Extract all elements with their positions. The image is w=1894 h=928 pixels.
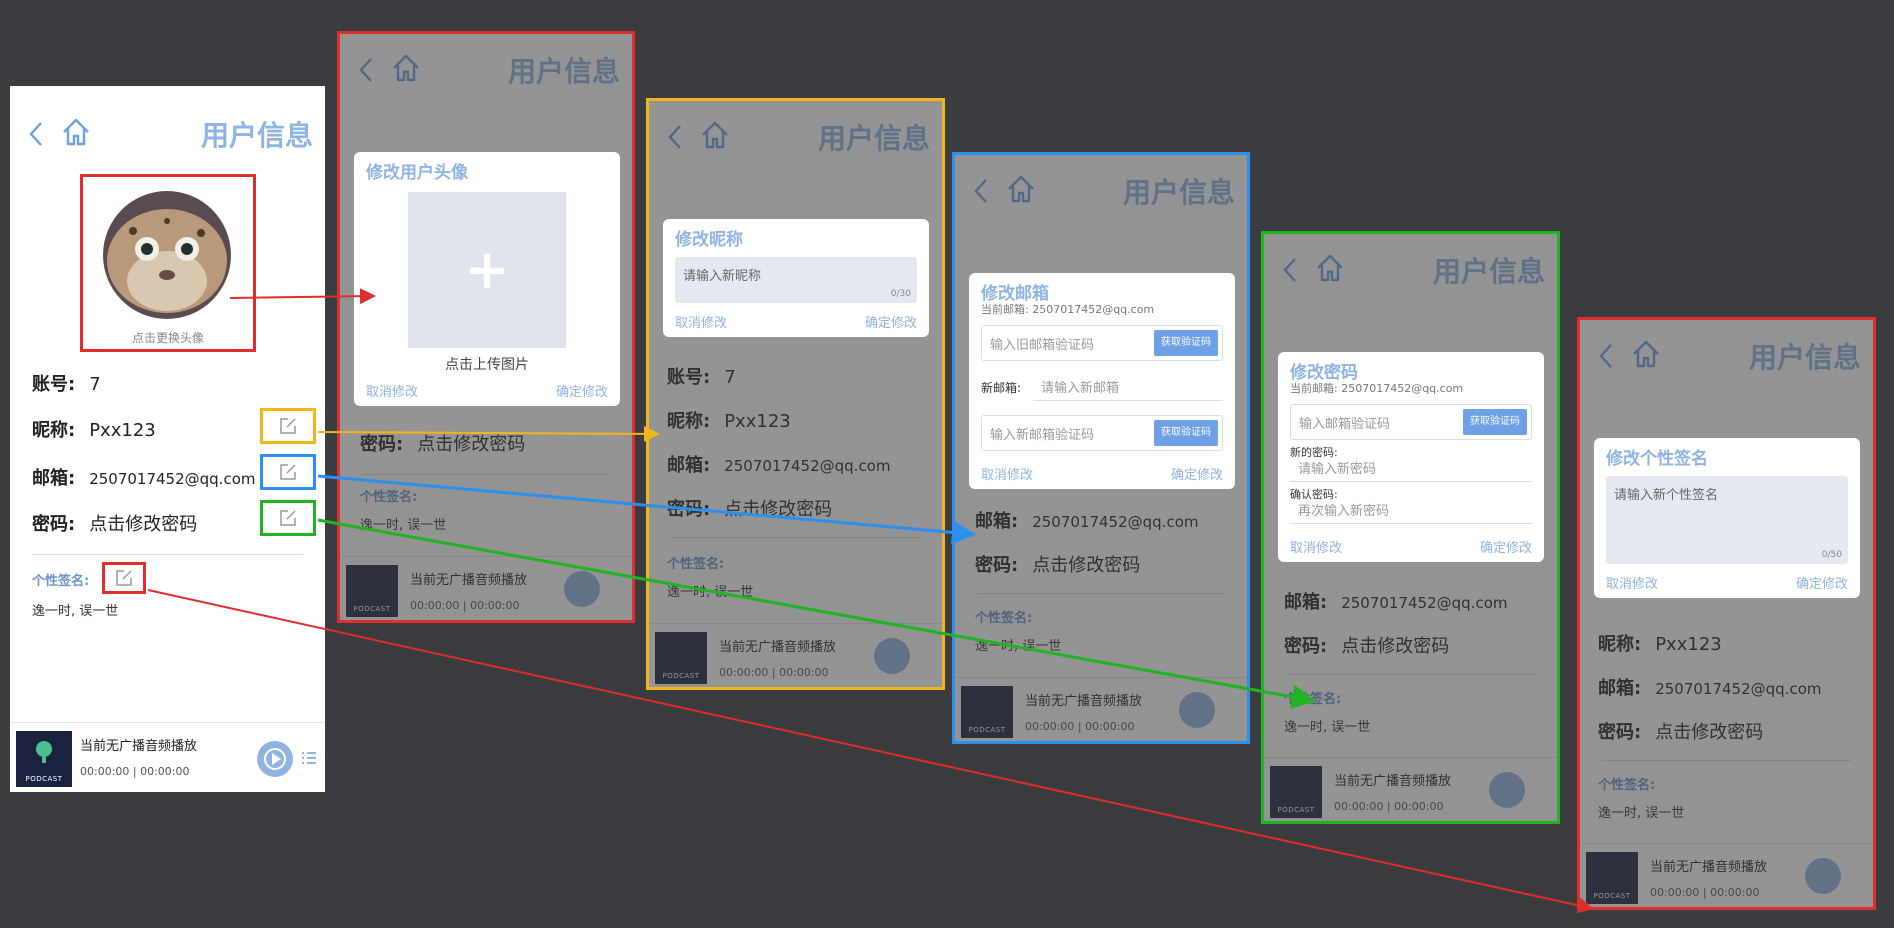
- signature-modal-screen: 用户信息 昵称:Pxx123 邮箱:2507017452@qq.com 密码:点…: [1577, 317, 1876, 910]
- cancel-button[interactable]: 取消修改: [366, 381, 418, 400]
- current-email: 当前邮箱: 2507017452@qq.com: [1290, 382, 1464, 395]
- new-password-input[interactable]: 请输入新密码: [1290, 452, 1532, 482]
- confirm-button[interactable]: 确定修改: [556, 381, 608, 400]
- player-title: 当前无广播音频播放: [80, 739, 198, 754]
- avatar-modal: 修改用户头像 + 点击上传图片 取消修改 确定修改: [354, 152, 620, 406]
- avatar-highlight[interactable]: 点击更换头像: [80, 174, 256, 352]
- cancel-button[interactable]: 取消修改: [1606, 573, 1658, 592]
- signature-label: 个性签名:: [32, 574, 90, 589]
- nickname-edit-highlight[interactable]: [260, 408, 316, 444]
- new-email-code-input[interactable]: 输入新邮箱验证码 获取验证码: [981, 415, 1223, 451]
- password-value: 点击修改密码: [89, 514, 198, 535]
- signature-input[interactable]: 请输入新个性签名 0/50: [1606, 476, 1848, 564]
- modal-overlay[interactable]: [1580, 320, 1873, 907]
- nickname-input[interactable]: 请输入新昵称 0/30: [675, 257, 917, 303]
- nickname-modal-screen: 用户信息 账号:7 昵称:Pxx123 邮箱:2507017452@qq.com…: [646, 98, 945, 690]
- audio-player: PODCAST 当前无广播音频播放 00:00:00 | 00:00:00: [10, 722, 325, 792]
- podcast-cover: PODCAST: [16, 731, 72, 787]
- upload-caption: 点击上传图片: [445, 357, 529, 373]
- playlist-icon[interactable]: [301, 751, 317, 765]
- cancel-button[interactable]: 取消修改: [981, 464, 1033, 483]
- plus-icon: +: [464, 238, 510, 301]
- profile-screen: 用户信息 点击更换头像 账号: 7 昵称: Pxx123 邮箱: 2507017452…: [10, 86, 325, 792]
- avatar-caption: 点击更换头像: [131, 331, 204, 345]
- new-email-placeholder: 请输入新邮箱: [1041, 381, 1120, 396]
- phone: 用户信息 邮箱:2507017452@qq.com 密码:点击修改密码 个性签名…: [955, 155, 1247, 741]
- current-email: 当前邮箱: 2507017452@qq.com: [981, 303, 1155, 316]
- cancel-button[interactable]: 取消修改: [675, 312, 727, 331]
- email-edit-highlight[interactable]: [260, 454, 316, 490]
- phone: 用户信息 账号:7 昵称:Pxx123 邮箱:2507017452@qq.com…: [649, 101, 942, 687]
- cancel-button[interactable]: 取消修改: [1290, 537, 1342, 556]
- code-placeholder: 输入邮箱验证码: [1299, 417, 1391, 432]
- edit-icon[interactable]: [279, 417, 297, 435]
- page-title: 用户信息: [200, 119, 313, 152]
- confirm-button[interactable]: 确定修改: [865, 312, 917, 331]
- email-code-input[interactable]: 输入邮箱验证码 获取验证码: [1290, 404, 1532, 440]
- password-modal-screen: 用户信息 邮箱:2507017452@qq.com 密码:点击修改密码 个性签名…: [1261, 231, 1560, 824]
- password-row: 密码: 点击修改密码: [32, 510, 197, 536]
- account-row: 账号: 7: [32, 370, 101, 396]
- modal-title: 修改用户头像: [366, 163, 468, 183]
- password-modal: 修改密码 当前邮箱: 2507017452@qq.com 输入邮箱验证码 获取验证…: [1278, 352, 1544, 562]
- player-time: 00:00:00 | 00:00:00: [80, 765, 190, 778]
- confirm-button[interactable]: 确定修改: [1171, 464, 1223, 483]
- signature-modal: 修改个性签名 请输入新个性签名 0/50 取消修改 确定修改: [1594, 438, 1860, 598]
- password-edit-highlight[interactable]: [260, 500, 316, 536]
- new-password-placeholder: 请输入新密码: [1298, 462, 1377, 477]
- email-value: 2507017452@qq.com: [89, 470, 256, 488]
- avatar[interactable]: [103, 191, 231, 319]
- new-email-input[interactable]: 请输入新邮箱: [1033, 371, 1223, 401]
- char-counter: 0/50: [1821, 550, 1842, 560]
- phone: 用户信息 昵称:Pxx123 邮箱:2507017452@qq.com 密码:点…: [1580, 320, 1873, 907]
- modal-overlay[interactable]: [649, 101, 942, 687]
- edit-icon[interactable]: [279, 463, 297, 481]
- nickname-row: 昵称: Pxx123: [32, 416, 156, 442]
- email-modal-screen: 用户信息 邮箱:2507017452@qq.com 密码:点击修改密码 个性签名…: [952, 152, 1250, 744]
- get-code-button[interactable]: 获取验证码: [1154, 420, 1218, 446]
- modal-title: 修改个性签名: [1606, 449, 1708, 469]
- phone: 用户信息 邮箱:2507017452@qq.com 密码:点击修改密码 个性签名…: [1264, 234, 1557, 821]
- home-icon[interactable]: [60, 116, 92, 148]
- modal-title: 修改昵称: [675, 230, 743, 250]
- get-code-button[interactable]: 获取验证码: [1463, 409, 1527, 435]
- nickname-label: 昵称:: [32, 420, 76, 441]
- account-label: 账号:: [32, 374, 76, 395]
- email-row: 邮箱: 2507017452@qq.com: [32, 464, 256, 490]
- upload-area[interactable]: +: [408, 192, 566, 348]
- get-code-button[interactable]: 获取验证码: [1154, 330, 1218, 356]
- email-label: 邮箱:: [32, 468, 76, 489]
- confirm-button[interactable]: 确定修改: [1480, 537, 1532, 556]
- play-button[interactable]: [257, 741, 293, 777]
- edit-icon[interactable]: [279, 509, 297, 527]
- new-email-label: 新邮箱:: [981, 381, 1022, 395]
- signature-edit-highlight[interactable]: [102, 562, 146, 594]
- avatar-modal-screen: 用户信息 密码:点击修改密码 个性签名: 逸一时, 误一世 PODCAST 当前…: [337, 31, 635, 623]
- signature-text: 逸一时, 误一世: [32, 604, 119, 619]
- old-code-placeholder: 输入旧邮箱验证码: [990, 338, 1095, 353]
- header: 用户信息: [10, 98, 325, 168]
- confirm-password-placeholder: 再次输入新密码: [1298, 504, 1390, 519]
- password-label: 密码:: [32, 514, 76, 535]
- back-icon[interactable]: [28, 120, 44, 148]
- confirm-password-input[interactable]: 再次输入新密码: [1290, 494, 1532, 524]
- cover-text: PODCAST: [25, 775, 63, 783]
- nickname-placeholder: 请输入新昵称: [683, 269, 762, 284]
- old-email-code-input[interactable]: 输入旧邮箱验证码 获取验证码: [981, 325, 1223, 361]
- edit-icon[interactable]: [115, 569, 133, 587]
- nickname-value: Pxx123: [89, 420, 156, 441]
- char-counter: 0/30: [890, 289, 911, 299]
- confirm-button[interactable]: 确定修改: [1796, 573, 1848, 592]
- email-modal: 修改邮箱 当前邮箱: 2507017452@qq.com 输入旧邮箱验证码 获取验…: [969, 273, 1235, 489]
- phone: 用户信息 密码:点击修改密码 个性签名: 逸一时, 误一世 PODCAST 当前…: [340, 34, 632, 620]
- account-value: 7: [89, 374, 101, 395]
- nickname-modal: 修改昵称 请输入新昵称 0/30 取消修改 确定修改: [663, 219, 929, 337]
- divider: [32, 554, 303, 555]
- new-code-placeholder: 输入新邮箱验证码: [990, 428, 1095, 443]
- signature-placeholder: 请输入新个性签名: [1614, 488, 1719, 503]
